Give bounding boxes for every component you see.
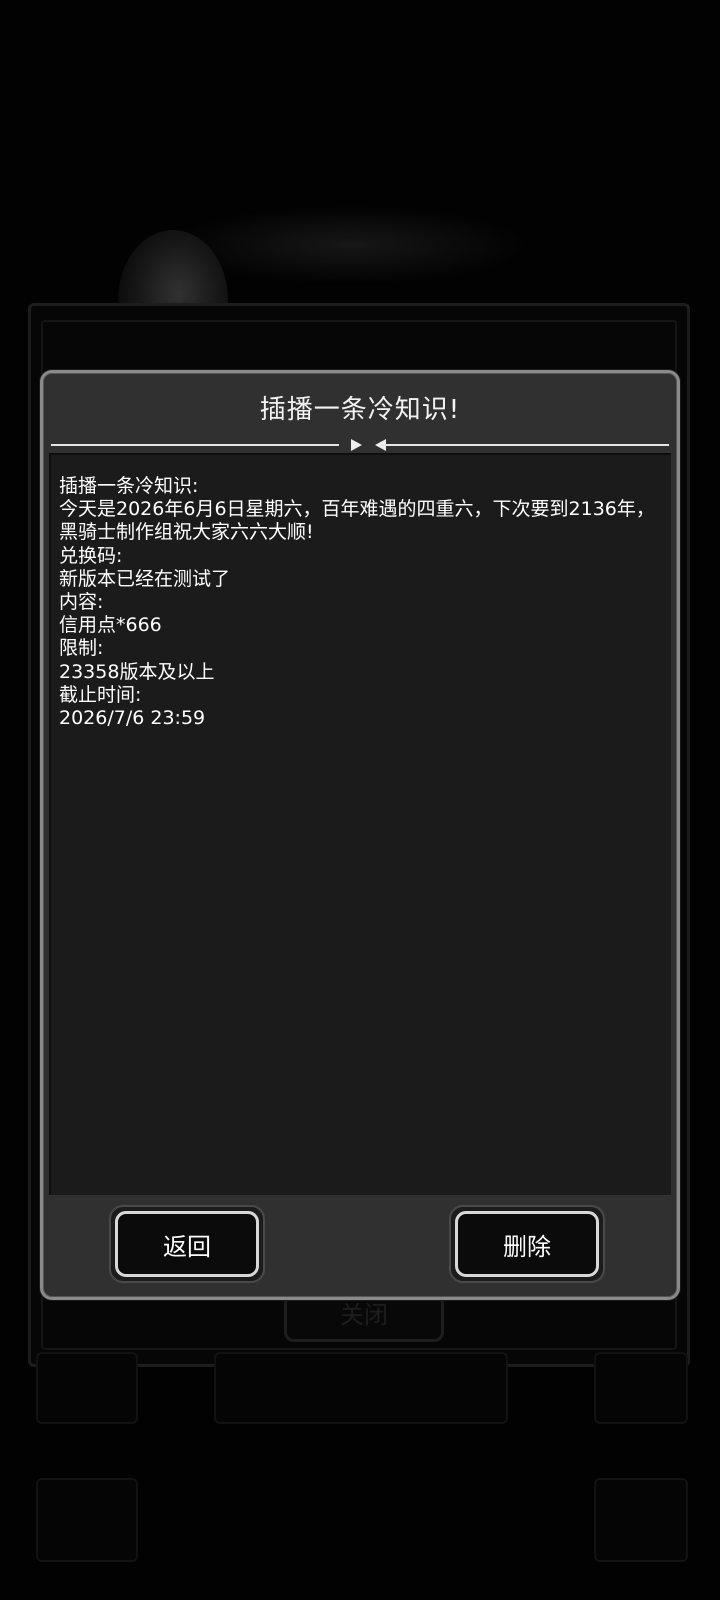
dialog-button-row: 返回 删除 bbox=[43, 1205, 677, 1285]
content-line: 23358版本及以上 bbox=[59, 660, 215, 683]
announcement-dialog: 插播一条冷知识! 插播一条冷知识: 今天是2026年6月6日星期六，百年难遇的四… bbox=[40, 370, 680, 1300]
content-line: 截止时间: bbox=[59, 683, 142, 706]
background-tile bbox=[214, 1352, 508, 1424]
back-button-frame: 返回 bbox=[109, 1205, 265, 1283]
divider-arrow-right-icon bbox=[351, 439, 362, 451]
back-button[interactable]: 返回 bbox=[115, 1211, 259, 1277]
divider-line-left bbox=[51, 444, 339, 446]
content-line: 2026/7/6 23:59 bbox=[59, 707, 206, 730]
background-tile bbox=[594, 1352, 688, 1424]
title-divider bbox=[51, 439, 669, 451]
content-line: 黑骑士制作组祝大家六六大顺! bbox=[59, 521, 314, 544]
content-line: 信用点*666 bbox=[59, 614, 162, 637]
background-tile bbox=[36, 1352, 138, 1424]
dialog-title: 插播一条冷知识! bbox=[259, 395, 461, 425]
background-tile bbox=[36, 1478, 138, 1562]
screen: 关闭 插播一条冷知识! 插播一条冷知识: 今天是2026年6月6日星期六，百年难… bbox=[0, 0, 720, 1600]
content-line: 内容: bbox=[59, 591, 104, 614]
delete-button-frame: 删除 bbox=[449, 1205, 605, 1283]
message-content[interactable]: 插播一条冷知识: 今天是2026年6月6日星期六，百年难遇的四重六，下次要到21… bbox=[49, 453, 671, 1195]
content-line: 兑换码: bbox=[59, 544, 123, 567]
content-line: 限制: bbox=[59, 637, 104, 660]
delete-button[interactable]: 删除 bbox=[455, 1211, 599, 1277]
background-tile bbox=[594, 1478, 688, 1562]
content-line: 新版本已经在测试了 bbox=[59, 567, 231, 590]
divider-line-right bbox=[381, 444, 669, 446]
content-line: 今天是2026年6月6日星期六，百年难遇的四重六，下次要到2136年， bbox=[59, 498, 655, 521]
content-line: 插播一条冷知识: bbox=[59, 475, 199, 497]
